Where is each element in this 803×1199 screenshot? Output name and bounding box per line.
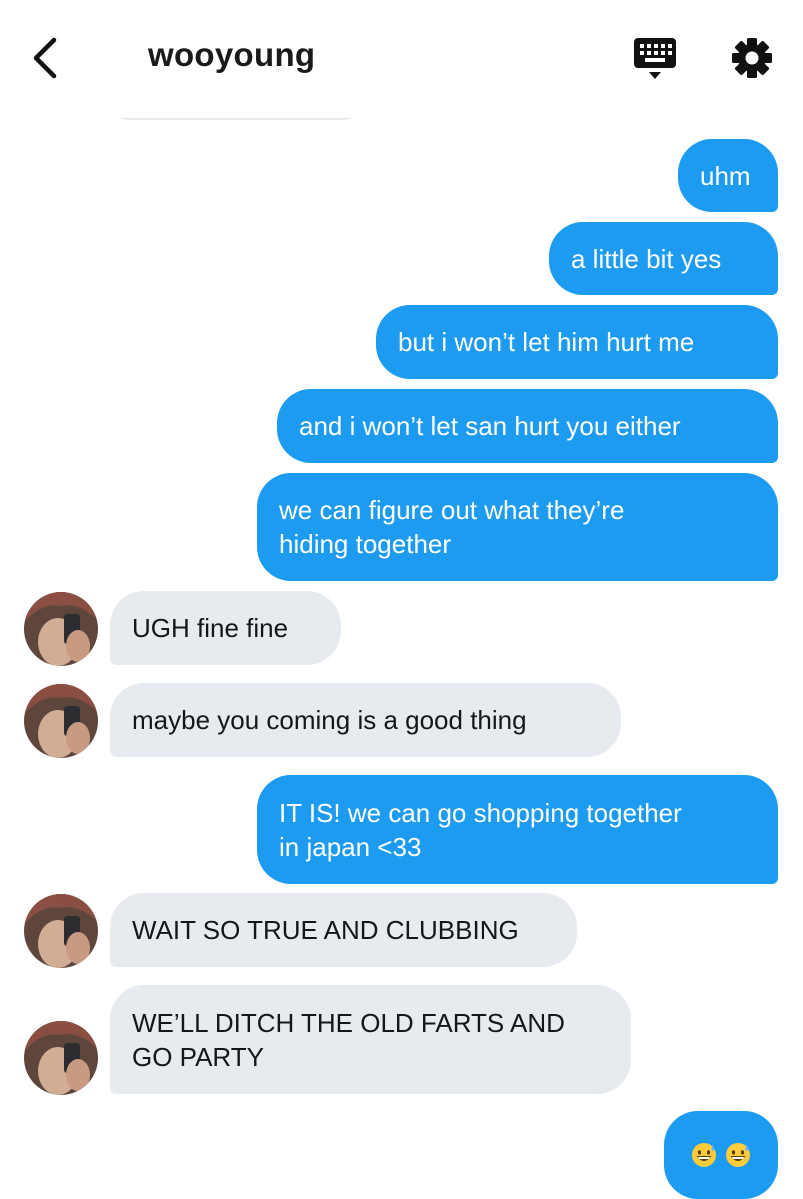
message-bubble-outgoing[interactable]: we can figure out what they’re hiding to… <box>257 473 778 581</box>
avatar[interactable] <box>24 1021 98 1095</box>
conversation-title[interactable]: wooyoung <box>148 36 315 74</box>
grinning-sweat-emoji <box>726 1143 750 1167</box>
message-bubble-incoming[interactable]: WAIT SO TRUE AND CLUBBING <box>110 893 577 967</box>
message-bubble-outgoing[interactable] <box>664 1111 778 1199</box>
chevron-left-icon <box>33 37 57 79</box>
keyboard-icon <box>634 38 676 79</box>
avatar[interactable] <box>24 684 98 758</box>
grinning-sweat-emoji <box>692 1143 716 1167</box>
message-bubble-incoming[interactable]: WE’LL DITCH THE OLD FARTS AND GO PARTY <box>110 985 631 1094</box>
message-bubble-outgoing[interactable]: IT IS! we can go shopping together in ja… <box>257 775 778 884</box>
gear-icon <box>732 38 772 78</box>
settings-button[interactable] <box>728 35 776 83</box>
message-bubble-outgoing[interactable]: a little bit yes <box>549 222 778 295</box>
back-button[interactable] <box>22 34 70 82</box>
message-bubble-outgoing[interactable]: but i won’t let him hurt me <box>376 305 778 379</box>
chat-header: wooyoung <box>0 0 803 118</box>
message-bubble-outgoing[interactable]: uhm <box>678 139 778 212</box>
message-bubble-outgoing[interactable]: and i won’t let san hurt you either <box>277 389 778 463</box>
message-bubble-incoming[interactable]: maybe you coming is a good thing <box>110 683 621 757</box>
avatar[interactable] <box>24 592 98 666</box>
message-bubble-incoming[interactable]: UGH fine fine <box>110 591 341 665</box>
keyboard-toggle-button[interactable] <box>632 36 680 84</box>
avatar[interactable] <box>24 894 98 968</box>
